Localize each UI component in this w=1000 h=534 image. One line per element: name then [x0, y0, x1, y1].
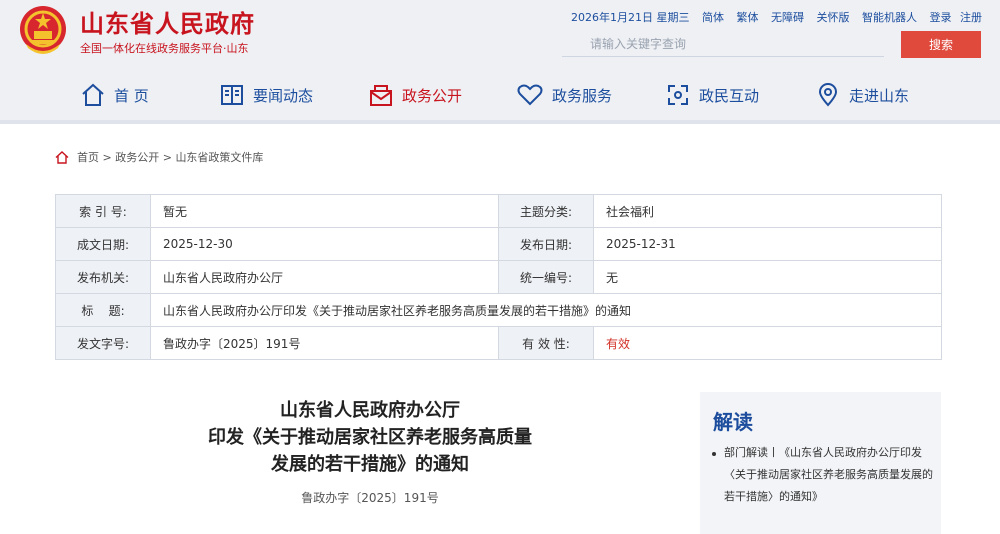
meta-label: 发文字号:: [55, 326, 151, 360]
site-subtitle: 全国一体化在线政务服务平台·山东: [80, 42, 249, 55]
site-header: 山东省人民政府 全国一体化在线政务服务平台·山东 2026年1月21日 星期三 …: [0, 0, 1000, 124]
mail-icon: [370, 85, 392, 106]
meta-label: 有 效 性:: [498, 326, 594, 360]
link-accessibility[interactable]: 无障碍: [771, 11, 804, 24]
home-icon: [82, 83, 104, 106]
link-care-mode[interactable]: 关怀版: [817, 11, 850, 24]
breadcrumb-home[interactable]: 首页: [77, 149, 99, 165]
header-divider: [0, 120, 1000, 124]
link-register[interactable]: 注册: [960, 11, 982, 24]
link-login[interactable]: 登录: [930, 11, 952, 24]
main-nav: 首 页 要闻动态 政务公开 政务服务 政民互动 走进山东: [0, 70, 1000, 120]
table-row: 成文日期: 2025-12-30 发布日期: 2025-12-31: [55, 227, 942, 261]
news-icon: [221, 85, 243, 105]
meta-label: 成文日期:: [55, 227, 151, 261]
table-row: 发文字号: 鲁政办字〔2025〕191号 有 效 性: 有效: [55, 326, 942, 360]
meta-value: 鲁政办字〔2025〕191号: [150, 326, 499, 360]
site-title[interactable]: 山东省人民政府: [80, 4, 255, 39]
interaction-icon: [668, 85, 688, 105]
top-links: 2026年1月21日 星期三 简体 繁体 无障碍 关怀版 智能机器人 登录 注册: [562, 9, 982, 25]
search-input[interactable]: [562, 32, 884, 57]
nav-label: 走进山东: [849, 86, 910, 105]
breadcrumb-gov-affairs[interactable]: 政务公开: [115, 149, 159, 165]
nav-item-home[interactable]: 首 页: [80, 78, 149, 112]
nav-item-news[interactable]: 要闻动态: [219, 78, 313, 112]
link-robot[interactable]: 智能机器人: [862, 11, 917, 24]
heart-icon: [517, 84, 543, 106]
meta-value: 山东省人民政府办公厅印发《关于推动居家社区养老服务高质量发展的若干措施》的通知: [150, 293, 942, 327]
table-row: 索 引 号: 暂无 主题分类: 社会福利: [55, 194, 942, 228]
meta-label: 统一编号:: [498, 260, 594, 294]
title-line: 发展的若干措施》的通知: [271, 454, 469, 475]
home-icon: [55, 150, 69, 164]
breadcrumb-separator: >: [99, 150, 116, 164]
meta-value: 2025-12-31: [593, 227, 942, 261]
location-icon: [818, 83, 838, 107]
meta-value: 社会福利: [593, 194, 942, 228]
breadcrumb-policy-library[interactable]: 山东省政策文件库: [175, 149, 263, 165]
meta-value: 2025-12-30: [150, 227, 499, 261]
panel-title: 解读: [713, 410, 753, 434]
document-meta-table: 索 引 号: 暂无 主题分类: 社会福利 成文日期: 2025-12-30 发布…: [55, 194, 942, 360]
meta-value: 山东省人民政府办公厅: [150, 260, 499, 294]
meta-value: 暂无: [150, 194, 499, 228]
title-line: 印发《关于推动居家社区养老服务高质量: [208, 427, 532, 448]
meta-label: 发布机关:: [55, 260, 151, 294]
breadcrumb: 首页 > 政务公开 > 山东省政策文件库: [55, 149, 263, 165]
search-button[interactable]: 搜索: [901, 31, 981, 58]
meta-label: 发布日期:: [498, 227, 594, 261]
nav-item-shandong[interactable]: 走进山东: [815, 78, 909, 112]
nav-item-gov-affairs[interactable]: 政务公开: [368, 78, 462, 112]
nav-label: 政务公开: [402, 86, 463, 105]
national-emblem-icon: [20, 6, 66, 54]
nav-item-interaction[interactable]: 政民互动: [665, 78, 759, 112]
link-traditional[interactable]: 繁体: [737, 11, 759, 24]
nav-label: 首 页: [114, 86, 149, 105]
meta-value: 无: [593, 260, 942, 294]
validity-value: 有效: [593, 326, 942, 360]
table-row: 发布机关: 山东省人民政府办公厅 统一编号: 无: [55, 260, 942, 294]
interpretation-link[interactable]: 部门解读丨《山东省人民政府办公厅印发〈关于推动居家社区养老服务高质量发展的若干措…: [724, 442, 934, 508]
title-line: 山东省人民政府办公厅: [280, 400, 460, 421]
table-row: 标 题: 山东省人民政府办公厅印发《关于推动居家社区养老服务高质量发展的若干措施…: [55, 293, 942, 327]
breadcrumb-separator: >: [159, 150, 176, 164]
bullet-icon: [712, 452, 716, 456]
interpretation-panel: 解读 部门解读丨《山东省人民政府办公厅印发〈关于推动居家社区养老服务高质量发展的…: [700, 392, 941, 534]
nav-item-services[interactable]: 政务服务: [516, 78, 612, 112]
nav-label: 要闻动态: [253, 86, 314, 105]
meta-label: 标 题:: [55, 293, 151, 327]
nav-label: 政民互动: [699, 86, 760, 105]
document-number: 鲁政办字〔2025〕191号: [301, 491, 439, 505]
link-simplified[interactable]: 简体: [702, 11, 724, 24]
document-title: 山东省人民政府办公厅 印发《关于推动居家社区养老服务高质量 发展的若干措施》的通…: [120, 397, 620, 478]
date-text: 2026年1月21日 星期三: [571, 11, 690, 24]
nav-label: 政务服务: [552, 86, 613, 105]
meta-label: 主题分类:: [498, 194, 594, 228]
meta-label: 索 引 号:: [55, 194, 151, 228]
